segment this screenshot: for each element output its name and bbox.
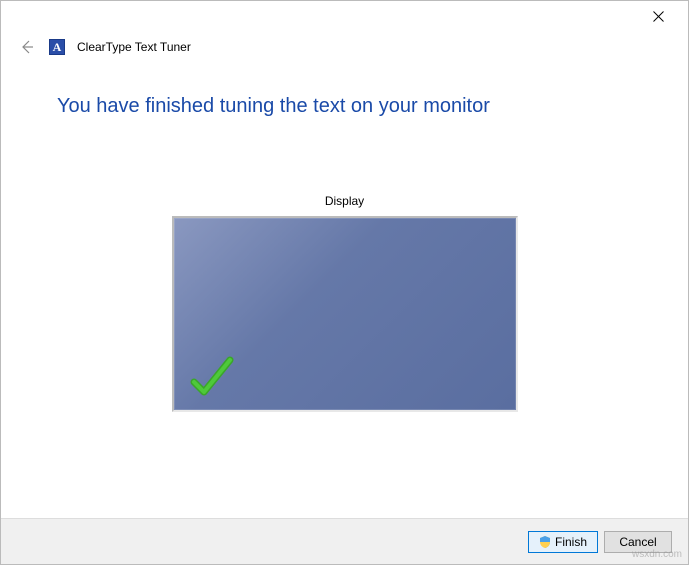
close-button[interactable] xyxy=(638,2,678,30)
shield-icon xyxy=(539,536,551,548)
app-title: ClearType Text Tuner xyxy=(77,40,191,54)
close-icon xyxy=(653,11,664,22)
header: A ClearType Text Tuner xyxy=(1,31,688,63)
monitor-preview xyxy=(172,216,518,412)
titlebar xyxy=(1,1,688,31)
footer: Finish Cancel xyxy=(1,518,688,564)
cancel-button-label: Cancel xyxy=(619,535,656,549)
back-arrow-icon xyxy=(19,39,35,55)
app-icon: A xyxy=(49,39,65,55)
page-heading: You have finished tuning the text on you… xyxy=(57,95,632,118)
display-area: Display xyxy=(57,194,632,412)
back-button[interactable] xyxy=(17,37,37,57)
finish-button-label: Finish xyxy=(555,535,587,549)
cancel-button[interactable]: Cancel xyxy=(604,531,672,553)
display-label: Display xyxy=(325,194,364,208)
checkmark-icon xyxy=(188,354,236,402)
content-area: You have finished tuning the text on you… xyxy=(1,63,688,412)
finish-button[interactable]: Finish xyxy=(528,531,598,553)
